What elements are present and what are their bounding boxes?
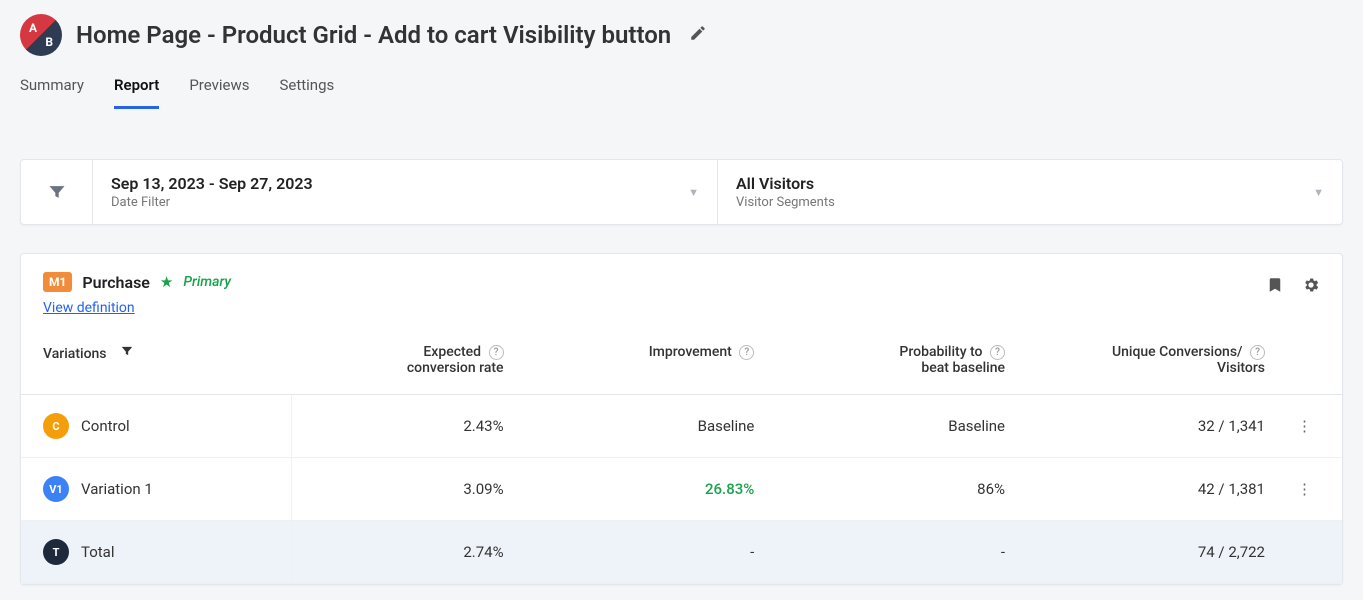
- tabs: Summary Report Previews Settings: [20, 76, 1343, 109]
- page-title: Home Page - Product Grid - Add to cart V…: [76, 21, 671, 49]
- cell-improvement: 26.83%: [526, 458, 777, 521]
- cell-conversions: 32 / 1,341: [1027, 395, 1287, 458]
- variation-name: Control: [81, 417, 130, 435]
- segment-filter-label: Visitor Segments: [736, 195, 835, 210]
- chevron-down-icon: ▼: [1313, 186, 1324, 199]
- cell-improvement: Baseline: [526, 395, 777, 458]
- variations-filter-icon[interactable]: [120, 346, 134, 362]
- help-icon[interactable]: ?: [739, 345, 754, 360]
- tab-report[interactable]: Report: [114, 76, 159, 109]
- metric-index-badge: M1: [43, 272, 72, 292]
- variation-chip-total: T: [43, 539, 69, 565]
- date-filter-label: Date Filter: [111, 195, 313, 210]
- primary-badge: Primary: [183, 274, 231, 290]
- gear-icon[interactable]: [1302, 276, 1320, 298]
- variation-name: Variation 1: [81, 480, 153, 498]
- tab-previews[interactable]: Previews: [189, 76, 249, 109]
- edit-title-icon[interactable]: [685, 20, 711, 50]
- tab-settings[interactable]: Settings: [279, 76, 334, 109]
- cell-probability: -: [776, 521, 1027, 584]
- table-row-v1: V1 Variation 1 3.09% 26.83% 86% 42 / 1,3…: [21, 458, 1342, 521]
- col-prob-2: beat baseline: [786, 360, 1005, 376]
- row-menu-button[interactable]: ⋮: [1287, 395, 1342, 458]
- filter-bar: Sep 13, 2023 - Sep 27, 2023 Date Filter …: [20, 159, 1343, 225]
- col-variations: Variations: [43, 346, 107, 362]
- bookmark-icon[interactable]: [1266, 276, 1284, 298]
- help-icon[interactable]: ?: [489, 345, 504, 360]
- table-row-control: C Control 2.43% Baseline Baseline 32 / 1…: [21, 395, 1342, 458]
- row-menu-button[interactable]: ⋮: [1287, 458, 1342, 521]
- col-conv-1: Unique Conversions/: [1112, 344, 1243, 360]
- col-improvement: Improvement: [649, 344, 732, 360]
- date-filter-value: Sep 13, 2023 - Sep 27, 2023: [111, 174, 313, 193]
- segment-filter-value: All Visitors: [736, 174, 835, 193]
- results-table: Variations Expected ? conversion rate Im…: [21, 326, 1342, 584]
- metric-card: M1 Purchase ★ Primary View definition Va…: [20, 253, 1343, 585]
- filter-icon-button[interactable]: [21, 160, 93, 224]
- segment-filter[interactable]: All Visitors Visitor Segments ▼: [718, 160, 1342, 224]
- table-row-total: T Total 2.74% - - 74 / 2,722: [21, 521, 1342, 584]
- variation-name: Total: [81, 543, 115, 561]
- help-icon[interactable]: ?: [990, 345, 1005, 360]
- title-row: AB Home Page - Product Grid - Add to car…: [20, 14, 1343, 56]
- date-filter[interactable]: Sep 13, 2023 - Sep 27, 2023 Date Filter …: [93, 160, 718, 224]
- help-icon[interactable]: ?: [1250, 345, 1265, 360]
- variation-chip-control: C: [43, 413, 69, 439]
- cell-conversions: 42 / 1,381: [1027, 458, 1287, 521]
- view-definition-link[interactable]: View definition: [43, 300, 231, 316]
- chevron-down-icon: ▼: [688, 186, 699, 199]
- col-expected-2: conversion rate: [301, 360, 504, 376]
- cell-rate: 3.09%: [291, 458, 526, 521]
- header: AB Home Page - Product Grid - Add to car…: [0, 0, 1363, 109]
- cell-probability: 86%: [776, 458, 1027, 521]
- cell-rate: 2.43%: [291, 395, 526, 458]
- metric-header: M1 Purchase ★ Primary View definition: [21, 254, 1342, 326]
- variation-chip-v1: V1: [43, 476, 69, 502]
- col-expected-1: Expected: [423, 344, 481, 360]
- col-prob-1: Probability to: [899, 344, 982, 360]
- cell-rate: 2.74%: [291, 521, 526, 584]
- cell-improvement: -: [526, 521, 777, 584]
- ab-test-logo: AB: [20, 14, 62, 56]
- col-conv-2: Visitors: [1037, 360, 1265, 376]
- star-icon: ★: [160, 273, 173, 291]
- metric-name: Purchase: [82, 273, 150, 292]
- cell-conversions: 74 / 2,722: [1027, 521, 1287, 584]
- tab-summary[interactable]: Summary: [20, 76, 84, 109]
- cell-probability: Baseline: [776, 395, 1027, 458]
